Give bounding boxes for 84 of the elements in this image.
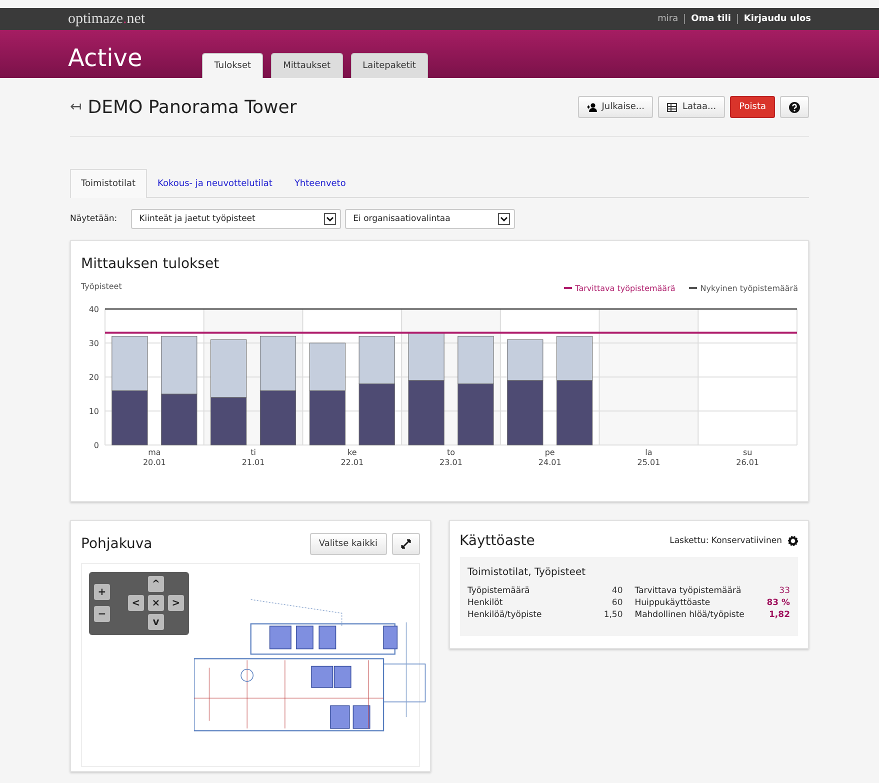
- bar-segment: [112, 335, 148, 390]
- x-axis-label: ke 22.01: [340, 448, 364, 464]
- expand-button[interactable]: [392, 533, 420, 555]
- bar-segment: [161, 335, 198, 394]
- bar-segment: [161, 393, 198, 445]
- metric-label: Työpistemäärä: [468, 586, 531, 596]
- person-icon: [586, 102, 597, 112]
- bar-segment: [458, 383, 494, 445]
- dropdown[interactable]: Kiinteät ja jaetut työpisteet: [131, 209, 342, 229]
- table-icon: [667, 102, 678, 112]
- chevron-down-icon: [324, 213, 336, 225]
- x-axis-label: su 26.01: [736, 448, 760, 464]
- filter-label: Näytetään:: [70, 214, 118, 224]
- usage-subtitle: Toimistotilat, Työpisteet: [468, 567, 587, 578]
- y-tick: 30: [88, 338, 99, 348]
- metric-label: Mahdollinen hlöä/työpiste: [634, 610, 746, 620]
- publish-button[interactable]: Julkaise...: [578, 96, 654, 118]
- x-axis-label: ma 20.01: [142, 448, 166, 464]
- bar-segment: [309, 390, 346, 445]
- dropdown[interactable]: Ei organisaatiovalintaa: [345, 209, 516, 229]
- card-title: Mittauksen tulokset: [81, 256, 220, 272]
- metric-value: 1,50: [604, 610, 623, 620]
- metric-label: Henkilöt: [468, 598, 504, 608]
- download-button[interactable]: Lataa...: [658, 96, 726, 118]
- metric-label: Henkilöä/työpiste: [468, 610, 543, 620]
- x-axis-label: to 23.01: [440, 448, 462, 464]
- pan-button[interactable]: ×: [148, 595, 164, 611]
- bar-segment: [260, 390, 296, 445]
- bar-segment: [309, 342, 346, 390]
- bar-segment: [358, 383, 395, 445]
- metric-value: 60: [610, 598, 623, 608]
- pan-button[interactable]: v: [148, 614, 164, 630]
- expand-icon: [400, 539, 410, 549]
- logo: optimaze.net: [68, 10, 146, 28]
- top-link[interactable]: Kirjaudu ulos: [736, 14, 811, 24]
- pan-button[interactable]: ^: [148, 576, 164, 592]
- bar-segment: [358, 335, 395, 384]
- chevron-down-icon: [498, 213, 510, 225]
- bar-segment: [408, 380, 444, 445]
- bar-segment: [210, 338, 247, 398]
- x-axis-label: ti 21.01: [242, 448, 265, 464]
- app-title: Active: [68, 44, 142, 72]
- help-icon: [789, 102, 800, 112]
- card-title: Käyttöaste: [460, 533, 535, 549]
- metric-value: 33: [778, 586, 790, 596]
- y-axis-label: Työpisteet: [81, 282, 122, 292]
- metric-label: Tarvittava työpistemäärä: [634, 586, 742, 596]
- user-name: mira: [658, 14, 678, 24]
- bar-segment: [112, 390, 148, 445]
- tab[interactable]: Kokous- ja neuvottelutilat: [146, 169, 284, 198]
- settings-icon[interactable]: [788, 536, 798, 546]
- top-link[interactable]: Oma tili: [684, 14, 731, 24]
- x-axis-label: la 25.01: [637, 448, 660, 464]
- delete-button[interactable]: Poista: [730, 96, 775, 118]
- y-tick: 40: [88, 304, 99, 314]
- y-tick: 20: [88, 372, 99, 382]
- pan-button[interactable]: >: [168, 595, 184, 611]
- metric-value: 1,82: [768, 610, 790, 620]
- back-icon[interactable]: ↤: [70, 99, 82, 115]
- bar-segment: [210, 396, 247, 445]
- y-tick: 0: [94, 440, 99, 450]
- calculation-label: Laskettu: Konservatiivinen: [670, 536, 782, 546]
- tab[interactable]: Tulokset: [202, 53, 264, 78]
- bar-segment: [408, 332, 444, 380]
- legend-label: Nykyinen työpistemäärä: [700, 284, 798, 292]
- y-tick: 10: [88, 406, 99, 416]
- bar-segment: [260, 335, 296, 390]
- metric-label: Huippukäyttöaste: [634, 598, 712, 608]
- metric-value: 83 %: [766, 598, 790, 608]
- card-title: Pohjakuva: [81, 536, 152, 552]
- metric-value: 40: [610, 586, 623, 596]
- page-title: DEMO Panorama Tower: [88, 96, 297, 118]
- bar-segment: [458, 335, 494, 384]
- tab[interactable]: Laitepaketit: [350, 53, 428, 78]
- tab[interactable]: Mittaukset: [271, 53, 343, 78]
- zoom-out-button[interactable]: −: [94, 606, 110, 622]
- legend-label: Tarvittava työpistemäärä: [575, 284, 676, 292]
- x-axis-label: pe 24.01: [538, 448, 562, 464]
- pan-button[interactable]: <: [128, 595, 144, 611]
- help-button[interactable]: [780, 96, 809, 118]
- tab[interactable]: Yhteenveto: [283, 169, 357, 198]
- select-all-button[interactable]: Valitse kaikki: [310, 533, 386, 555]
- zoom-in-button[interactable]: +: [94, 584, 110, 600]
- tab[interactable]: Toimistotilat: [70, 169, 147, 198]
